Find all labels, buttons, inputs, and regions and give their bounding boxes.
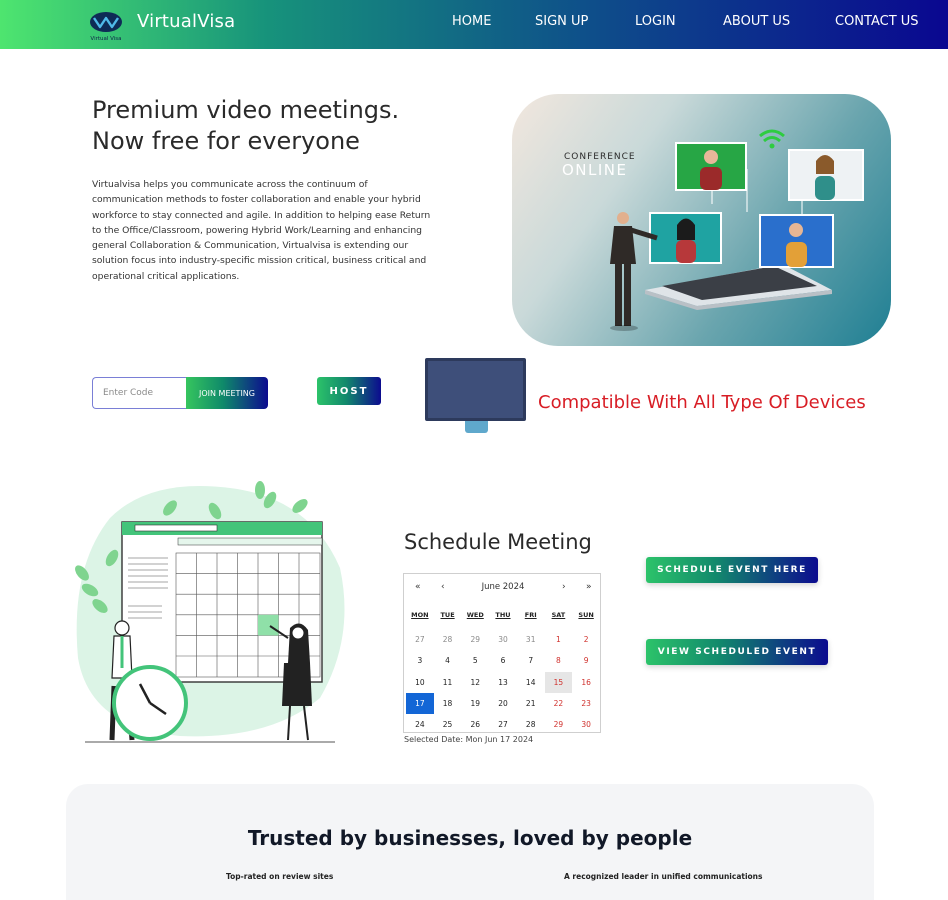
calendar-month-label: June 2024 — [481, 582, 525, 592]
calendar-header: « ‹ June 2024 › » — [404, 574, 600, 600]
calendar-day[interactable]: 10 — [406, 672, 434, 693]
weekday-header: THU — [495, 611, 511, 619]
nav-signup-link[interactable]: SIGN UP — [535, 14, 588, 29]
calendar-day[interactable]: 31 — [517, 629, 545, 650]
weekday-header: FRI — [524, 611, 537, 619]
trusted-section: Trusted by businesses, loved by people T… — [66, 784, 874, 900]
calendar-day[interactable]: 9 — [572, 650, 600, 671]
calendar-day[interactable]: 30 — [572, 714, 600, 735]
selected-date-text: Selected Date: Mon Jun 17 2024 — [404, 735, 534, 744]
calendar-day[interactable]: 26 — [461, 714, 489, 735]
calendar-day[interactable]: 6 — [489, 650, 517, 671]
video-tile-2 — [788, 149, 864, 201]
page: Virtual Visa VirtualVisa HOME SIGN UP LO… — [0, 0, 948, 900]
calendar-day[interactable]: 5 — [461, 650, 489, 671]
calendar-day[interactable]: 1 — [545, 629, 573, 650]
calendar-day[interactable]: 16 — [572, 672, 600, 693]
calendar-day[interactable]: 8 — [545, 650, 573, 671]
video-tile-1 — [675, 142, 747, 191]
calendar-day[interactable]: 11 — [434, 672, 462, 693]
calendar-day[interactable]: 17 — [406, 692, 434, 714]
logo-caption: Virtual Visa — [90, 36, 121, 42]
top-rated-subtitle: Top-rated on review sites — [226, 872, 334, 881]
image-caption-bottom: ONLINE — [562, 161, 628, 179]
calendar-day[interactable]: 18 — [434, 693, 462, 714]
calendar-day[interactable]: 7 — [517, 650, 545, 671]
video-tile-4 — [759, 214, 834, 268]
calendar-day[interactable]: 27 — [489, 714, 517, 735]
host-button[interactable]: HOST — [317, 377, 381, 405]
calendar-day[interactable]: 12 — [461, 672, 489, 693]
calendar-day[interactable]: 25 — [434, 714, 462, 735]
brand-name[interactable]: VirtualVisa — [137, 11, 235, 32]
calendar-day[interactable]: 28 — [434, 629, 462, 650]
nav-about-link[interactable]: ABOUT US — [723, 14, 790, 29]
next-month-button[interactable]: › — [562, 582, 566, 592]
nav-home-link[interactable]: HOME — [452, 14, 491, 29]
calendar-day[interactable]: 30 — [489, 629, 517, 650]
calendar-day[interactable]: 28 — [517, 714, 545, 735]
hero-title-line2: Now free for everyone — [92, 127, 360, 155]
compatible-devices-text: Compatible With All Type Of Devices — [538, 392, 866, 413]
navbar: Virtual Visa VirtualVisa HOME SIGN UP LO… — [0, 0, 948, 49]
calendar-day[interactable]: 13 — [489, 672, 517, 693]
join-meeting-group: JOIN MEETING — [92, 377, 268, 409]
calendar-day[interactable]: 19 — [461, 693, 489, 714]
calendar-day[interactable]: 20 — [489, 693, 517, 714]
calendar-day[interactable]: 22 — [545, 693, 573, 714]
view-scheduled-event-button[interactable]: VIEW SCHEDULED EVENT — [646, 639, 828, 665]
weekday-header: SAT — [551, 611, 566, 619]
weekday-header: MON — [411, 611, 429, 619]
calendar-day[interactable]: 21 — [517, 693, 545, 714]
wifi-icon — [759, 129, 785, 143]
calendar-day[interactable]: 3 — [406, 650, 434, 671]
calendar-day[interactable]: 23 — [572, 693, 600, 714]
next-year-button[interactable]: » — [586, 582, 592, 592]
weekday-header: SUN — [578, 611, 594, 619]
calendar-grid: MON TUE WED THU FRI SAT SUN 27 28 29 30 31 1 2 3 4 5 6 7 8 9… — [406, 608, 600, 735]
hero-title-line1: Premium video meetings. — [92, 96, 400, 124]
schedule-meeting-title: Schedule Meeting — [404, 530, 592, 554]
nav-contact-link[interactable]: CONTACT US — [835, 14, 919, 29]
video-tile-3 — [649, 212, 722, 264]
calendar-day[interactable]: 14 — [517, 672, 545, 693]
calendar-day[interactable]: 4 — [434, 650, 462, 671]
join-meeting-button[interactable]: JOIN MEETING — [186, 377, 268, 409]
calendar-day[interactable]: 24 — [406, 714, 434, 735]
calendar-widget: « ‹ June 2024 › » MON TUE WED THU FRI SAT SUN 2… — [403, 573, 601, 733]
monitor-stand — [465, 421, 488, 433]
nav-login-link[interactable]: LOGIN — [635, 14, 676, 29]
calendar-day[interactable]: 15 — [544, 671, 573, 693]
monitor-icon — [425, 358, 526, 421]
calendar-day[interactable]: 29 — [545, 714, 573, 735]
recognized-leader-subtitle: A recognized leader in unified communica… — [564, 872, 763, 881]
weekday-header: WED — [466, 611, 484, 619]
hero-title: Premium video meetings. Now free for eve… — [92, 95, 492, 157]
calendar-day[interactable]: 2 — [572, 629, 600, 650]
hero-description: Virtualvisa helps you communicate across… — [92, 179, 431, 282]
calendar-day[interactable]: 29 — [461, 629, 489, 650]
schedule-event-button[interactable]: SCHEDULE EVENT HERE — [646, 557, 818, 583]
weekday-header: TUE — [440, 611, 455, 619]
schedule-illustration — [75, 481, 345, 743]
conference-online-illustration: CONFERENCE ONLINE — [512, 94, 891, 346]
virtualvisa-logo[interactable]: Virtual Visa — [87, 10, 125, 42]
meeting-code-input[interactable] — [92, 377, 186, 409]
trusted-title: Trusted by businesses, loved by people — [247, 826, 693, 850]
calendar-day[interactable]: 27 — [406, 629, 434, 650]
